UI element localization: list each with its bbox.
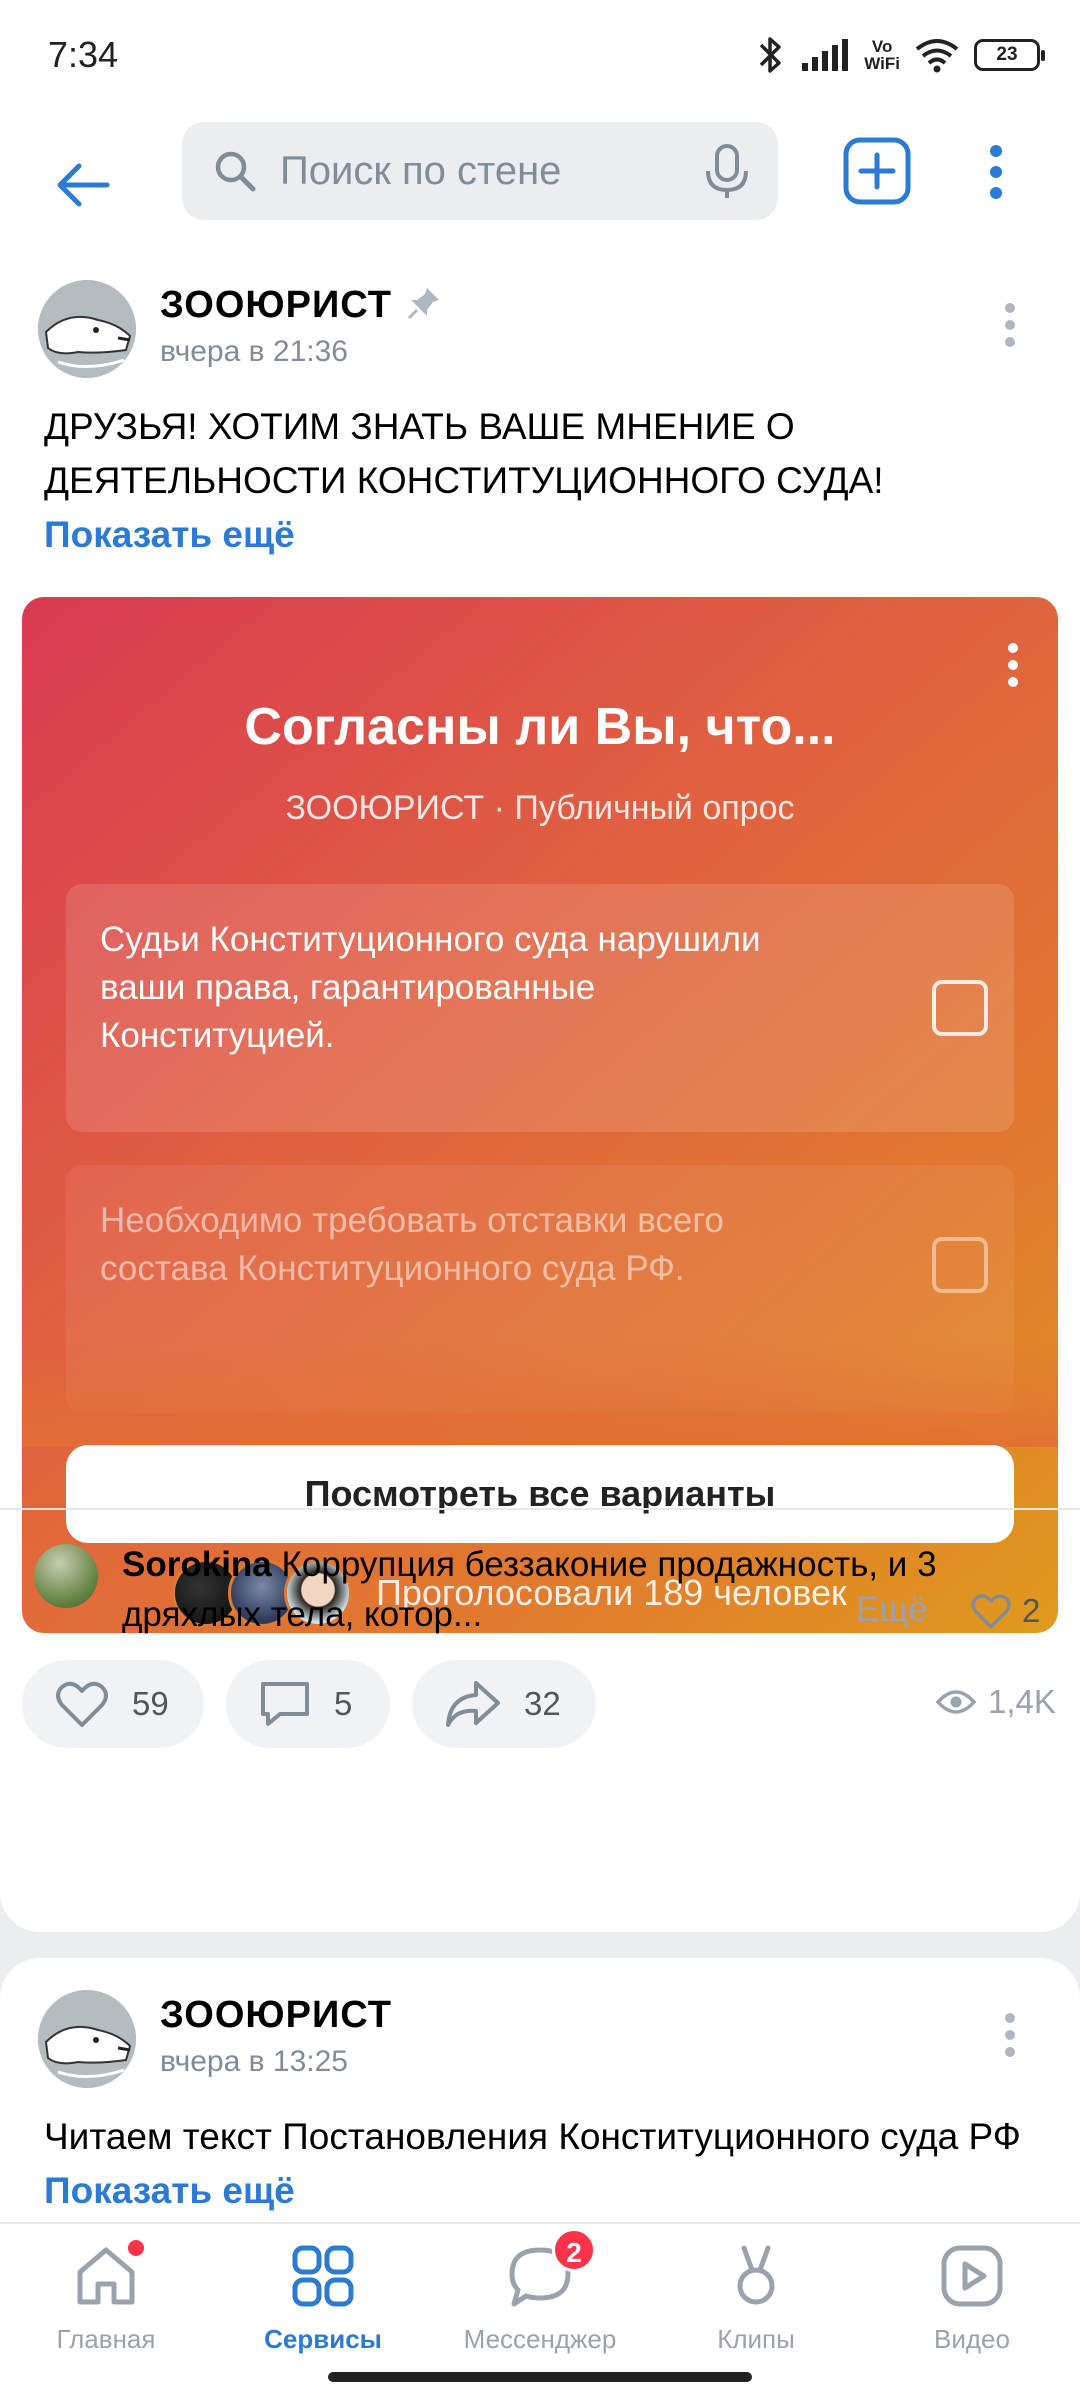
status-time: 7:34 — [48, 34, 119, 75]
like-button[interactable]: 59 — [22, 1660, 204, 1748]
share-button[interactable]: 32 — [412, 1660, 596, 1748]
nav-label: Мессенджер — [463, 2324, 617, 2354]
poll-checkbox[interactable] — [932, 980, 988, 1036]
post-time: вчера в 13:25 — [160, 2045, 348, 2078]
microphone-icon[interactable] — [702, 144, 752, 200]
more-vertical-icon — [990, 145, 1002, 199]
arrow-left-icon — [57, 163, 110, 207]
clips-icon — [722, 2242, 790, 2310]
show-more-link[interactable]: Показать ещё — [44, 514, 295, 555]
commenter-avatar[interactable] — [34, 1544, 98, 1608]
post-time: вчера в 21:36 — [160, 335, 348, 368]
poll-option[interactable]: Судьи Конституционного суда нарушили ваш… — [66, 884, 1014, 1132]
chat-bubble-icon: 2 — [506, 2228, 596, 2310]
more-vertical-icon — [1005, 2013, 1015, 2057]
battery-indicator: 23 — [974, 39, 1045, 71]
post-text-body: Читаем текст Постановления Конституционн… — [44, 2116, 1021, 2157]
post-text-body: ДРУЗЬЯ! ХОТИМ ЗНАТЬ ВАШЕ МНЕНИЕ О ДЕЯТЕЛ… — [44, 406, 884, 501]
divider — [0, 1508, 1080, 1510]
poll-more-button[interactable] — [998, 633, 1028, 697]
more-vertical-icon — [1005, 303, 1015, 347]
poll-fade — [22, 1337, 1058, 1447]
status-icons: Vo WiFi 23 — [756, 30, 1045, 80]
bluetooth-icon — [760, 37, 782, 73]
comment-author[interactable]: Sorokina — [122, 1545, 272, 1584]
nav-label: Главная — [56, 2324, 156, 2354]
more-vertical-icon — [1008, 643, 1018, 687]
vowifi-bottom: WiFi — [864, 54, 900, 73]
comment-count: 5 — [334, 1685, 353, 1722]
home-icon — [72, 2240, 144, 2310]
post-more-button[interactable] — [990, 290, 1030, 360]
views-counter: 1,4K — [936, 1683, 1056, 1721]
heart-icon — [56, 1681, 108, 1727]
heart-icon — [971, 1594, 1011, 1629]
video-icon — [938, 2242, 1006, 2310]
nav-item-clips[interactable]: Клипы — [656, 2242, 856, 2372]
nav-label: Сервисы — [264, 2324, 382, 2354]
poll-card: Согласны ли Вы, что... ЗООЮРИСТ · Публич… — [22, 597, 1058, 1633]
nav-item-home[interactable]: Главная — [6, 2240, 206, 2372]
nav-item-messenger[interactable]: 2 Мессенджер — [440, 2228, 640, 2372]
eye-icon — [936, 1690, 976, 1714]
comment-icon — [261, 1682, 309, 1726]
poll-subtitle: ЗООЮРИСТ · Публичный опрос — [285, 789, 795, 827]
signal-icon — [802, 39, 849, 71]
search-input[interactable] — [280, 148, 680, 194]
top-bar — [0, 110, 1080, 260]
nav-item-video[interactable]: Видео — [872, 2242, 1072, 2372]
comment-button[interactable]: 5 — [226, 1660, 390, 1748]
share-count: 32 — [524, 1685, 561, 1722]
poll-checkbox[interactable] — [932, 1237, 988, 1293]
like-count: 59 — [132, 1685, 169, 1722]
poll-option-text: Судьи Конституционного суда нарушили ваш… — [100, 920, 761, 1055]
show-more-link[interactable]: Показать ещё — [44, 2170, 295, 2211]
post-author[interactable]: ЗООЮРИСТ — [160, 1994, 392, 2037]
nav-label: Видео — [934, 2324, 1010, 2354]
post-card: ЗООЮРИСТ вчера в 21:36 ДРУЗЬЯ! ХОТИМ ЗНА… — [0, 260, 1080, 1932]
messenger-badge: 2 — [552, 2228, 596, 2272]
search-box[interactable] — [182, 122, 778, 220]
views-count: 1,4K — [988, 1683, 1056, 1720]
dog-logo-icon — [38, 280, 136, 378]
comment-like-count: 2 — [1022, 1592, 1041, 1629]
post-text: Читаем текст Постановления Конституционн… — [44, 2110, 1024, 2218]
more-menu-button[interactable] — [976, 134, 1016, 210]
view-all-options-button[interactable]: Посмотреть все варианты — [66, 1445, 1014, 1543]
search-icon — [215, 151, 256, 192]
pin-icon — [407, 288, 439, 320]
post-more-button[interactable] — [990, 2000, 1030, 2070]
back-button[interactable] — [40, 142, 126, 228]
share-icon — [446, 1681, 500, 1727]
home-indicator[interactable] — [328, 2372, 752, 2382]
community-avatar[interactable] — [38, 1990, 136, 2088]
comment-like-button[interactable]: 2 — [970, 1592, 1040, 1630]
community-avatar[interactable] — [38, 280, 136, 378]
notification-dot — [128, 2240, 144, 2256]
nav-label: Клипы — [717, 2324, 795, 2354]
add-post-button[interactable] — [842, 136, 912, 206]
nav-item-services[interactable]: Сервисы — [223, 2242, 423, 2372]
comment-preview[interactable]: Sorokina Коррупция беззаконие продажност… — [122, 1540, 942, 1640]
vowifi-top: Vo — [871, 37, 893, 56]
poll-title: Согласны ли Вы, что... — [244, 698, 836, 756]
post-author[interactable]: ЗООЮРИСТ — [160, 284, 392, 327]
wifi-icon — [915, 39, 959, 73]
status-bar: 7:34 Vo WiFi 23 — [0, 0, 1080, 110]
poll-option-text: Необходимо требовать отставки всего сост… — [100, 1201, 724, 1288]
comment-more-link[interactable]: Ещё — [856, 1590, 928, 1630]
services-grid-icon — [289, 2242, 357, 2310]
vowifi-indicator: Vo WiFi — [864, 38, 900, 72]
dog-logo-icon — [38, 1990, 136, 2088]
post-text: ДРУЗЬЯ! ХОТИМ ЗНАТЬ ВАШЕ МНЕНИЕ О ДЕЯТЕЛ… — [44, 400, 1044, 562]
